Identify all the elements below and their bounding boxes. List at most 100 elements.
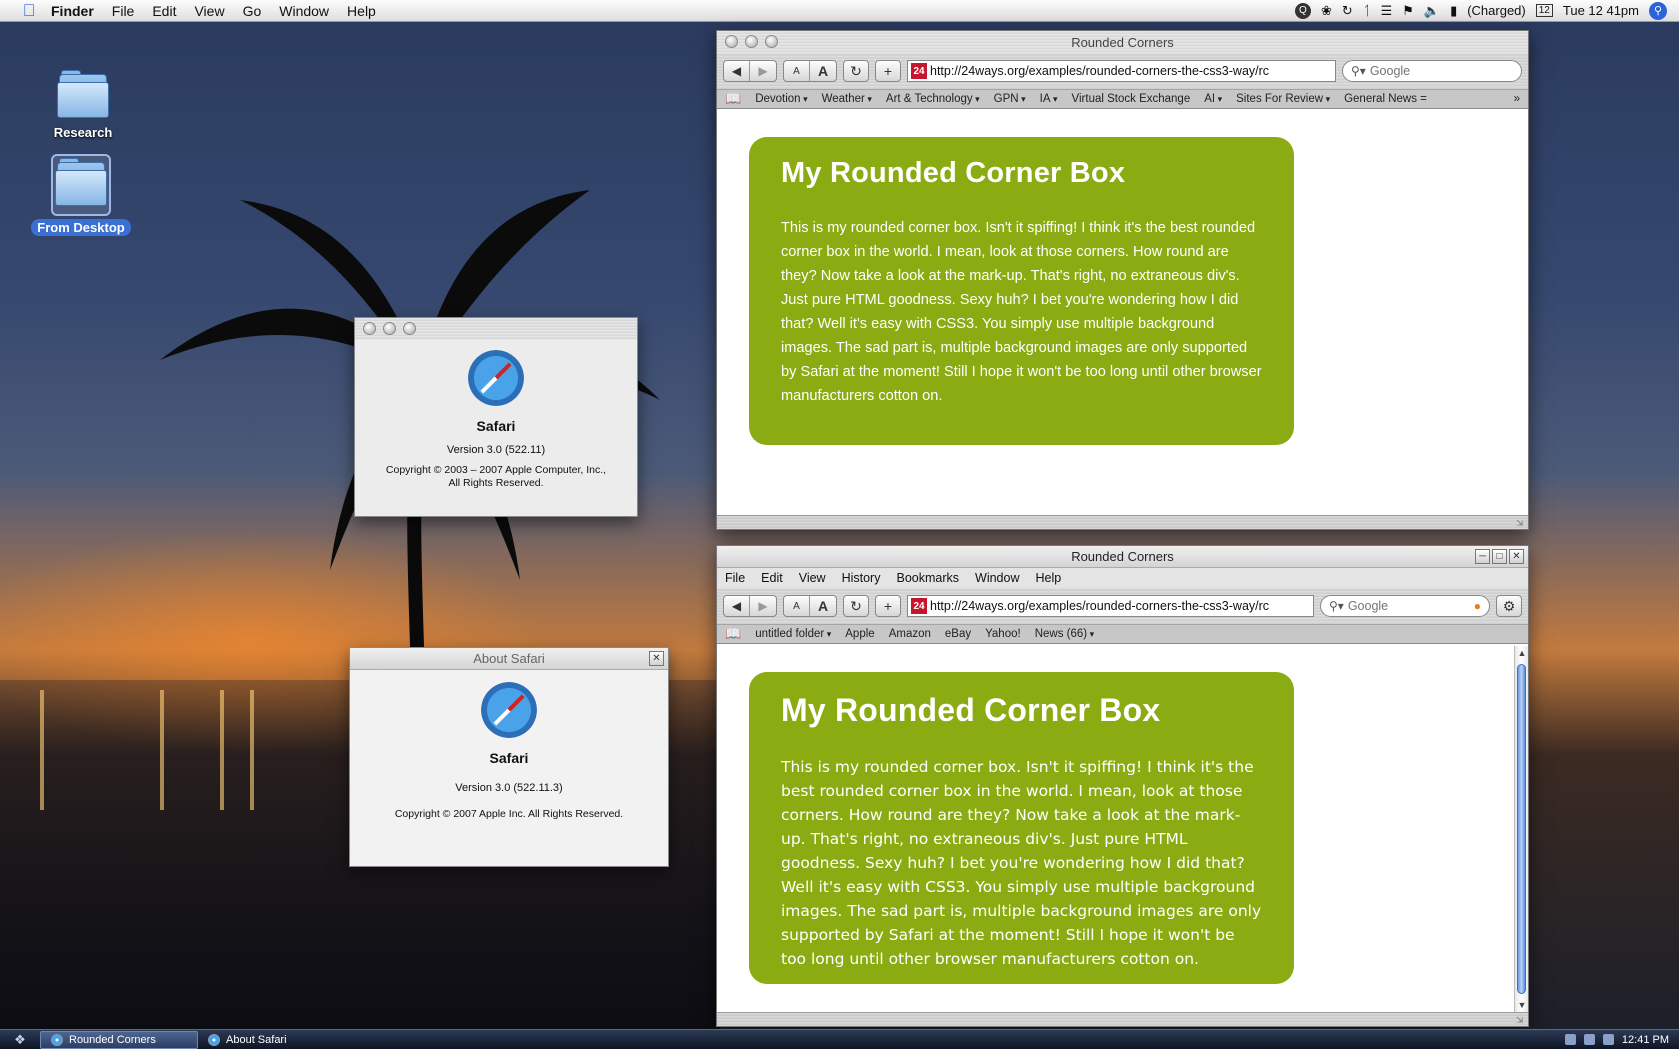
dialog-titlebar[interactable] <box>355 318 637 340</box>
start-button-icon[interactable]: ❖ <box>0 1032 40 1048</box>
about-copyright: Copyright © 2007 Apple Inc. All Rights R… <box>394 808 624 820</box>
bookmarks-book-icon[interactable]: 📖 <box>725 626 741 642</box>
resize-grip-icon[interactable]: ⇲ <box>1516 1015 1526 1025</box>
taskbar-item-rounded-corners[interactable]: Rounded Corners <box>40 1030 198 1049</box>
forward-button[interactable]: ▶ <box>750 61 776 81</box>
safari-task-icon <box>208 1033 220 1046</box>
zoom-icon[interactable] <box>403 322 416 335</box>
reload-button[interactable]: ↻ <box>843 60 869 82</box>
network-tray-icon[interactable] <box>1564 1034 1576 1045</box>
search-input[interactable] <box>1347 599 1470 613</box>
scroll-down-icon[interactable]: ▼ <box>1515 998 1528 1012</box>
growl-icon[interactable]: ❀ <box>1321 3 1332 19</box>
bookmarks-overflow-icon[interactable]: » <box>1514 93 1520 105</box>
bookmark-ai[interactable]: AI <box>1204 93 1222 105</box>
calendar-icon[interactable]: 12 <box>1535 4 1553 17</box>
reload-button[interactable]: ↻ <box>843 595 869 617</box>
bookmark-general-news[interactable]: General News = <box>1344 93 1427 105</box>
settings-gear-icon[interactable]: ⚙ <box>1496 595 1522 617</box>
menu-view[interactable]: View <box>799 571 826 585</box>
dialog-titlebar[interactable]: About Safari ✕ <box>350 648 668 670</box>
bookmark-weather[interactable]: Weather <box>822 93 872 105</box>
back-button[interactable]: ◀ <box>724 61 750 81</box>
vertical-scrollbar[interactable]: ▲ ▼ <box>1514 646 1528 1012</box>
menu-app-finder[interactable]: Finder <box>42 0 103 22</box>
window-titlebar[interactable]: Rounded Corners <box>717 31 1528 53</box>
bluetooth-icon[interactable]: ᛐ <box>1363 3 1371 18</box>
menu-help[interactable]: Help <box>338 0 385 22</box>
window-titlebar[interactable]: Rounded Corners ─ □ ✕ <box>717 546 1528 568</box>
menu-bookmarks[interactable]: Bookmarks <box>896 571 959 585</box>
apple-menu-icon[interactable]:  <box>16 0 42 22</box>
desktop-icon-research[interactable]: Research <box>28 70 138 141</box>
resize-grip-icon[interactable]: ⇲ <box>1516 518 1526 528</box>
wifi-icon[interactable]: ☰ <box>1381 3 1393 19</box>
battery-status[interactable]: (Charged) <box>1467 3 1526 18</box>
bookmark-untitled-folder[interactable]: untitled folder <box>755 628 831 640</box>
search-clear-icon[interactable]: ● <box>1474 599 1481 613</box>
bookmarks-book-icon[interactable]: 📖 <box>725 91 741 107</box>
bookmark-apple[interactable]: Apple <box>845 628 874 640</box>
text-bigger-button[interactable]: A <box>810 61 836 81</box>
menu-history[interactable]: History <box>842 571 881 585</box>
menu-file[interactable]: File <box>725 571 745 585</box>
sync-icon[interactable]: ↻ <box>1342 3 1353 19</box>
about-version: Version 3.0 (522.11) <box>446 444 546 456</box>
close-icon[interactable]: ✕ <box>1509 549 1524 564</box>
volume-tray-icon[interactable] <box>1583 1034 1595 1045</box>
maximize-icon[interactable]: □ <box>1492 549 1507 564</box>
bookmark-news[interactable]: News (66) <box>1035 628 1094 640</box>
close-icon[interactable]: ✕ <box>649 651 664 666</box>
menu-clock[interactable]: Tue 12 41pm <box>1563 3 1639 18</box>
menu-extras: Q ❀ ↻ ᛐ ☰ ⚑ 🔈 ▮ (Charged) 12 Tue 12 41pm… <box>1294 1 1679 20</box>
minimize-icon[interactable]: ─ <box>1475 549 1490 564</box>
minimize-icon[interactable] <box>383 322 396 335</box>
bookmark-devotion[interactable]: Devotion <box>755 93 807 105</box>
menu-window[interactable]: Window <box>975 571 1019 585</box>
menu-edit[interactable]: Edit <box>761 571 783 585</box>
menu-file[interactable]: File <box>103 0 144 22</box>
spotlight-icon[interactable]: ⚲ <box>1649 1 1667 20</box>
bookmark-ia[interactable]: IA <box>1040 93 1058 105</box>
minimize-icon[interactable] <box>745 35 758 48</box>
menu-go[interactable]: Go <box>234 0 271 22</box>
wallpaper-light-reflection <box>250 690 254 810</box>
wallpaper-light-reflection <box>220 690 224 810</box>
bookmark-yahoo[interactable]: Yahoo! <box>985 628 1021 640</box>
menu-view[interactable]: View <box>185 0 233 22</box>
safari-mac-window: Rounded Corners ◀ ▶ A A ↻ + 24 ⚲▾ 📖 Devo… <box>716 30 1529 530</box>
text-bigger-button[interactable]: A <box>810 596 836 616</box>
menu-edit[interactable]: Edit <box>143 0 185 22</box>
bookmark-amazon[interactable]: Amazon <box>889 628 931 640</box>
volume-icon[interactable]: 🔈 <box>1424 3 1440 19</box>
url-input[interactable] <box>930 64 1332 78</box>
search-input[interactable] <box>1369 64 1513 78</box>
desktop-icon-from-desktop[interactable]: From Desktop <box>26 154 136 236</box>
bookmark-sites-for-review[interactable]: Sites For Review <box>1236 93 1330 105</box>
taskbar-clock[interactable]: 12:41 PM <box>1622 1034 1669 1046</box>
bookmark-virtual-stock-exchange[interactable]: Virtual Stock Exchange <box>1072 93 1191 105</box>
scroll-thumb[interactable] <box>1517 664 1526 994</box>
text-smaller-button[interactable]: A <box>784 596 810 616</box>
zoom-icon[interactable] <box>765 35 778 48</box>
menu-window[interactable]: Window <box>270 0 338 22</box>
bookmark-gpn[interactable]: GPN <box>994 93 1026 105</box>
quicksilver-icon[interactable]: Q <box>1294 2 1311 19</box>
back-button[interactable]: ◀ <box>724 596 750 616</box>
menu-help[interactable]: Help <box>1035 571 1061 585</box>
url-input[interactable] <box>930 599 1310 613</box>
security-tray-icon[interactable] <box>1602 1034 1614 1045</box>
bookmark-ebay[interactable]: eBay <box>945 628 971 640</box>
bookmark-art-technology[interactable]: Art & Technology <box>886 93 980 105</box>
scroll-up-icon[interactable]: ▲ <box>1515 646 1528 660</box>
add-bookmark-button[interactable]: + <box>875 60 901 82</box>
taskbar-item-about-safari[interactable]: About Safari <box>198 1031 356 1049</box>
flag-us-icon[interactable]: ⚑ <box>1402 3 1414 19</box>
address-bar: 24 <box>907 60 1336 82</box>
add-bookmark-button[interactable]: + <box>875 595 901 617</box>
text-smaller-button[interactable]: A <box>784 61 810 81</box>
close-icon[interactable] <box>725 35 738 48</box>
close-icon[interactable] <box>363 322 376 335</box>
battery-icon[interactable]: ▮ <box>1450 3 1457 19</box>
forward-button[interactable]: ▶ <box>750 596 776 616</box>
